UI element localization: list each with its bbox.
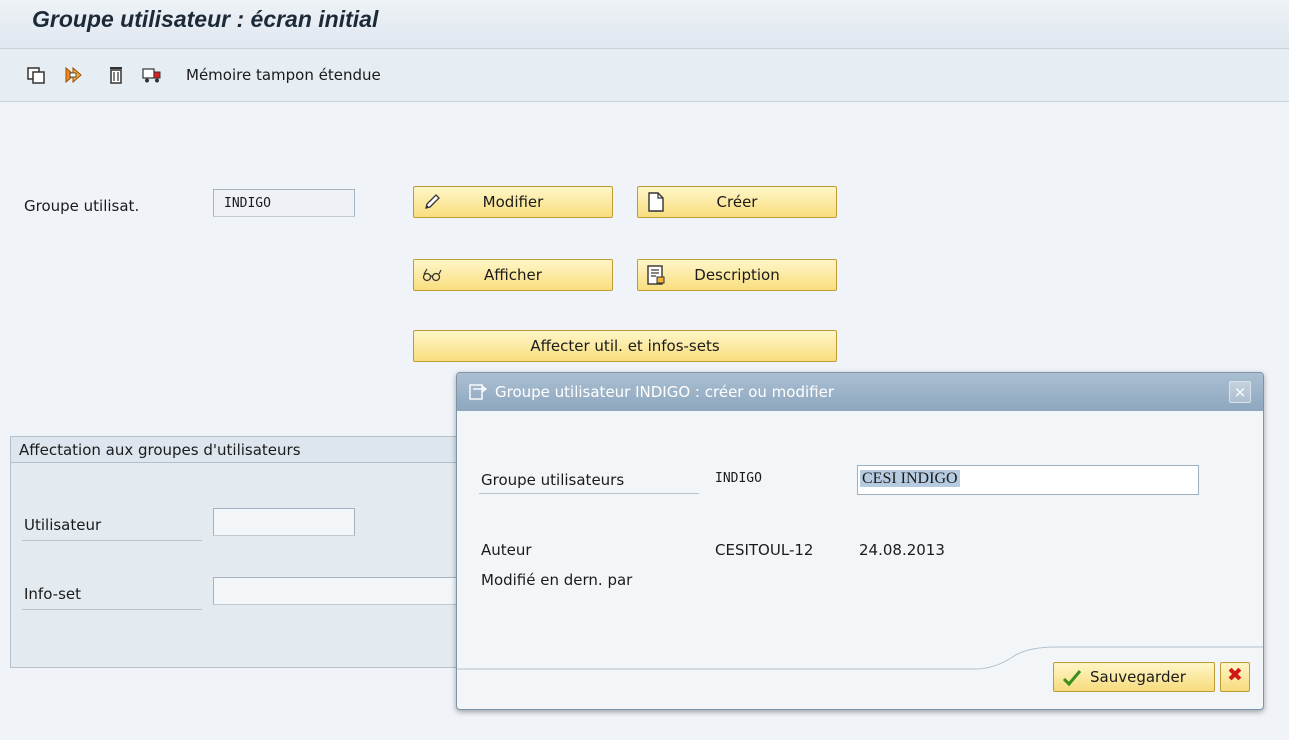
page-title: Groupe utilisateur : écran initial bbox=[32, 6, 379, 32]
dialog-edit-icon bbox=[469, 384, 487, 400]
user-input[interactable] bbox=[213, 508, 355, 536]
checkmark-icon bbox=[1062, 670, 1082, 687]
assign-button-label: Affecter util. et infos-sets bbox=[530, 337, 720, 355]
user-group-input[interactable]: INDIGO bbox=[213, 189, 355, 217]
save-button[interactable]: Sauvegarder bbox=[1053, 662, 1215, 692]
description-button-label: Description bbox=[694, 266, 780, 284]
extended-buffer-button[interactable]: Mémoire tampon étendue bbox=[186, 66, 381, 84]
author-label: Auteur bbox=[481, 541, 532, 559]
title-bar: Groupe utilisateur : écran initial bbox=[0, 0, 1289, 48]
modify-button[interactable]: Modifier bbox=[413, 186, 613, 218]
dialog-title: Groupe utilisateur INDIGO : créer ou mod… bbox=[495, 383, 835, 401]
cancel-x-icon: ✖ bbox=[1227, 664, 1243, 686]
dialog-title-bar: Groupe utilisateur INDIGO : créer ou mod… bbox=[457, 373, 1263, 411]
user-label: Utilisateur bbox=[24, 516, 102, 534]
assignment-group-box bbox=[10, 463, 470, 668]
delete-icon[interactable] bbox=[106, 65, 126, 85]
infoset-label: Info-set bbox=[24, 585, 82, 603]
divider bbox=[22, 609, 202, 610]
group-code-value: INDIGO bbox=[715, 471, 762, 486]
create-button[interactable]: Créer bbox=[637, 186, 837, 218]
display-button[interactable]: Afficher bbox=[413, 259, 613, 291]
create-button-label: Créer bbox=[716, 193, 758, 211]
author-value: CESITOUL-12 bbox=[715, 541, 814, 559]
assignment-group-header: Affectation aux groupes d'utilisateurs bbox=[10, 436, 470, 463]
modify-button-label: Modifier bbox=[482, 193, 544, 211]
selected-text: CESI INDIGO bbox=[860, 470, 960, 487]
infoset-input[interactable] bbox=[213, 577, 463, 605]
group-description-input[interactable]: CESI INDIGO bbox=[857, 465, 1199, 495]
modified-by-label: Modifié en dern. par bbox=[481, 571, 633, 589]
divider bbox=[22, 540, 202, 541]
assign-users-infosets-button[interactable]: Affecter util. et infos-sets bbox=[413, 330, 837, 362]
author-date: 24.08.2013 bbox=[859, 541, 945, 559]
application-toolbar: Mémoire tampon étendue bbox=[0, 48, 1289, 102]
dialog-close-button[interactable]: × bbox=[1229, 381, 1251, 403]
description-button[interactable]: Description bbox=[637, 259, 837, 291]
truck-icon[interactable] bbox=[142, 65, 162, 85]
copy-icon[interactable] bbox=[26, 65, 46, 85]
group-users-label: Groupe utilisateurs bbox=[481, 471, 625, 489]
user-group-label: Groupe utilisat. bbox=[24, 197, 140, 215]
divider bbox=[479, 493, 699, 494]
transport-icon[interactable] bbox=[64, 65, 84, 85]
save-button-label: Sauvegarder bbox=[1090, 668, 1186, 686]
cancel-button[interactable]: ✖ bbox=[1220, 662, 1250, 692]
user-group-dialog: Groupe utilisateur INDIGO : créer ou mod… bbox=[456, 372, 1264, 710]
display-button-label: Afficher bbox=[484, 266, 542, 284]
